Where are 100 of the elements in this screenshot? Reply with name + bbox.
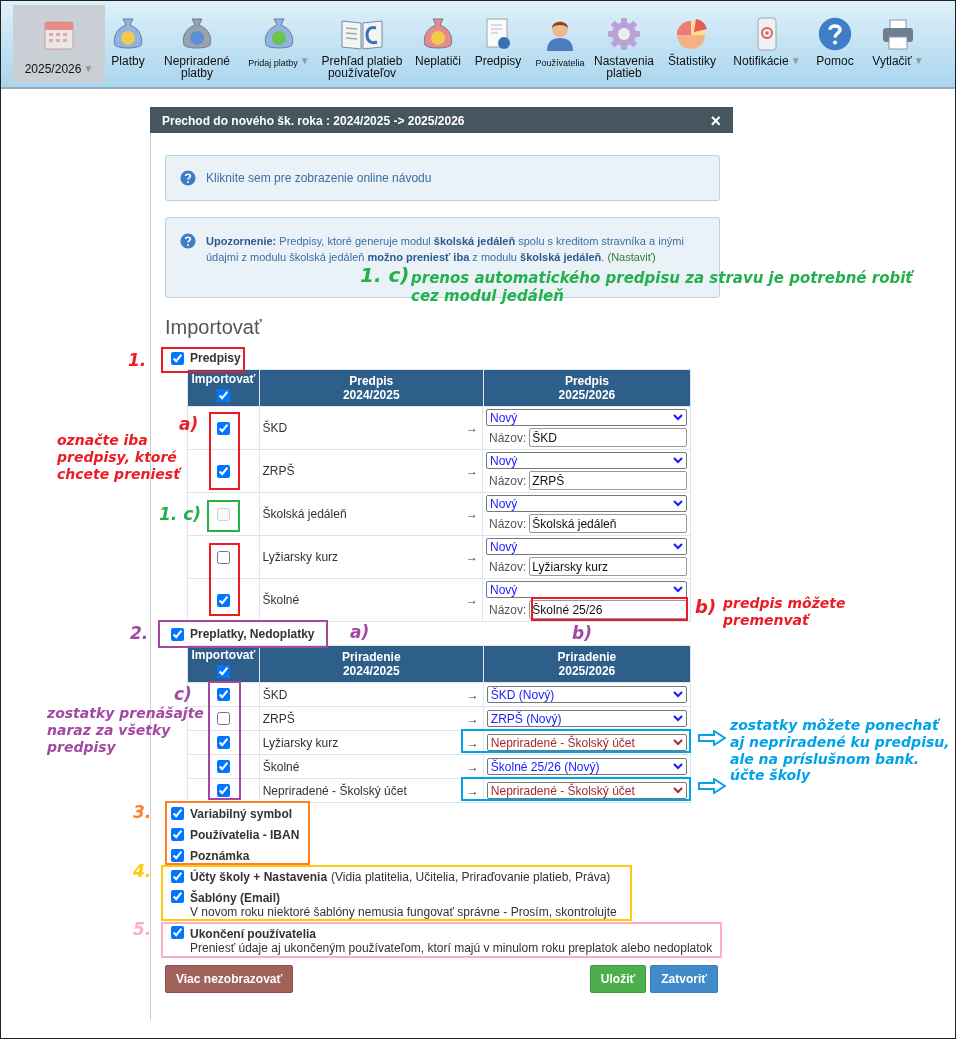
toolbar-button[interactable]: 2025/2026 ▼ bbox=[13, 5, 105, 83]
chevron-down-icon bbox=[673, 763, 683, 770]
select-all-checkbox[interactable] bbox=[216, 389, 230, 402]
toolbar-label: 2025/2026 bbox=[24, 63, 82, 75]
checkbox[interactable] bbox=[216, 421, 230, 435]
help-notice[interactable]: Kliknite sem pre zobrazenie online návodu bbox=[165, 155, 720, 201]
checkbox[interactable] bbox=[171, 890, 184, 903]
checkbox[interactable] bbox=[171, 926, 184, 939]
input-field[interactable]: Školné 25/26 bbox=[529, 600, 687, 619]
column-header: Predpis 2025/2026 bbox=[557, 373, 617, 404]
checkbox[interactable] bbox=[216, 464, 230, 478]
dropdown[interactable]: ŠKD (Nový) bbox=[486, 686, 687, 703]
chevron-down-icon bbox=[673, 691, 683, 698]
annotation-text: 5. bbox=[133, 919, 153, 940]
help-icon bbox=[180, 170, 196, 186]
chevron-down-icon bbox=[673, 457, 683, 464]
checkbox-label: Účty školy + Nastavenia bbox=[190, 870, 328, 884]
settings-link[interactable]: (Nastaviť) bbox=[607, 251, 656, 263]
annotation-text: b) bbox=[695, 596, 718, 618]
checkbox[interactable] bbox=[216, 784, 230, 797]
checkbox[interactable] bbox=[216, 550, 230, 564]
chevron-down-icon bbox=[673, 543, 683, 550]
annotation-text: 4. bbox=[133, 861, 153, 882]
checkbox[interactable] bbox=[171, 849, 184, 862]
checkbox[interactable] bbox=[171, 807, 184, 820]
toolbar-label: Notifikácie bbox=[733, 55, 789, 67]
chevron-down-icon bbox=[673, 715, 683, 722]
field-label: Názov: bbox=[489, 515, 527, 533]
arrow-icon: → bbox=[466, 757, 479, 776]
toolbar-button[interactable]: Prehľad platieb používateľov bbox=[315, 5, 409, 83]
arrow-icon: → bbox=[466, 548, 478, 566]
dialog-title: Prechod do nového šk. roka : 2024/2025 -> 2025/2026 bbox=[162, 113, 465, 130]
annotation-text: 2. bbox=[130, 623, 150, 644]
select-all-checkbox[interactable] bbox=[216, 665, 230, 678]
toolbar-button[interactable]: Štatistiky bbox=[657, 5, 727, 83]
checkbox[interactable] bbox=[171, 828, 184, 841]
money-bag-icon bbox=[111, 15, 145, 51]
dropdown[interactable]: Nepriradené - Školský účet bbox=[486, 782, 687, 799]
toolbar-button[interactable]: Nastavenia platieb bbox=[591, 5, 657, 83]
dialog-button[interactable]: Viac nezobrazovať bbox=[165, 965, 294, 993]
annotation-text: predpis môžete premenvať bbox=[723, 595, 847, 629]
caret-icon: ▼ bbox=[299, 55, 310, 67]
caret-icon: ▼ bbox=[790, 55, 801, 67]
arrow-icon: → bbox=[466, 781, 479, 800]
table-cell-text: Nepriradené - Školský účet bbox=[262, 782, 407, 800]
dropdown[interactable]: ZRPŠ (Nový) bbox=[486, 710, 687, 727]
annotation-text: zostatky môžete ponechať aj nepriradené ku predpisu, ale na príslušnom bank. účte školy bbox=[730, 717, 951, 785]
checkbox[interactable] bbox=[171, 627, 184, 641]
annotation-text: 1. bbox=[128, 350, 148, 371]
annotation-text: označte iba predpisy, ktoré chcete preniesť bbox=[57, 432, 183, 483]
annotation-text: c) bbox=[174, 684, 193, 705]
arrow-icon bbox=[698, 778, 726, 794]
field-label: Názov: bbox=[489, 601, 527, 619]
annotation-text: prenos automatického predpisu za stravu je potrebné robiť cez modul jedáleň bbox=[411, 269, 916, 305]
close-button[interactable]: × bbox=[710, 112, 721, 130]
toolbar-label: Pomoc bbox=[816, 55, 854, 67]
toolbar-button[interactable]: Pomoc bbox=[807, 5, 863, 83]
field-label: Názov: bbox=[489, 558, 527, 576]
dropdown[interactable]: Nepriradené - Školský účet bbox=[486, 734, 687, 751]
checkbox[interactable] bbox=[216, 712, 230, 725]
dropdown[interactable]: Nový bbox=[486, 409, 687, 426]
dropdown[interactable]: Školné 25/26 (Nový) bbox=[486, 758, 687, 775]
dialog-button[interactable]: Zatvoriť bbox=[650, 965, 718, 993]
table-cell-text: ZRPŠ bbox=[262, 710, 295, 728]
field-label: Názov: bbox=[489, 472, 527, 490]
dropdown[interactable]: Nový bbox=[486, 538, 687, 555]
toolbar-button[interactable]: Neplatiči bbox=[409, 5, 467, 83]
field-label: Názov: bbox=[489, 429, 527, 447]
toolbar-button[interactable]: Nepriradené platby bbox=[151, 5, 243, 83]
toolbar-button[interactable]: Vytlačiť ▼ bbox=[863, 5, 933, 83]
checkbox-label: Predpisy bbox=[190, 350, 241, 367]
checkbox-label: Používatelia - IBAN bbox=[190, 828, 300, 842]
money-bag-icon bbox=[180, 15, 214, 51]
dropdown[interactable]: Nový bbox=[486, 581, 687, 598]
column-header: Priradenie 2024/2025 bbox=[259, 646, 484, 682]
toolbar-button[interactable]: Notifikácie ▼ bbox=[727, 5, 807, 83]
toolbar-button[interactable]: Predpisy bbox=[467, 5, 529, 83]
checkbox[interactable] bbox=[216, 760, 230, 773]
checkbox[interactable] bbox=[171, 870, 184, 883]
toolbar-button[interactable]: Platby bbox=[105, 5, 151, 83]
option-note: Preniesť údaje aj ukončeným používateľom, ktorí majú v minulom roku preplatok alebo nedoplatok bbox=[190, 941, 713, 955]
checkbox[interactable] bbox=[216, 688, 230, 701]
toolbar-label: Platby bbox=[111, 55, 145, 67]
book-icon bbox=[340, 17, 384, 51]
caret-icon: ▼ bbox=[83, 63, 94, 75]
table-cell: ŠKD bbox=[262, 419, 288, 437]
arrow-icon: → bbox=[466, 462, 478, 480]
table-cell: ZRPŠ bbox=[262, 462, 295, 480]
toolbar-button[interactable]: Používatelia bbox=[529, 5, 591, 83]
input-field[interactable]: ZRPŠ bbox=[529, 471, 687, 490]
gear-icon bbox=[607, 17, 641, 51]
toolbar-label: Neplatiči bbox=[415, 55, 461, 67]
help-link[interactable]: Kliknite sem pre zobrazenie online návodu bbox=[206, 169, 432, 187]
checkbox[interactable] bbox=[216, 736, 230, 749]
chevron-down-icon bbox=[673, 586, 683, 593]
input-field[interactable]: ŠKD bbox=[529, 428, 687, 447]
checkbox[interactable] bbox=[216, 593, 230, 607]
input-field[interactable]: Lyžiarsky kurz bbox=[529, 557, 687, 576]
checkbox[interactable] bbox=[171, 351, 184, 365]
dropdown[interactable]: Nový bbox=[486, 452, 687, 469]
